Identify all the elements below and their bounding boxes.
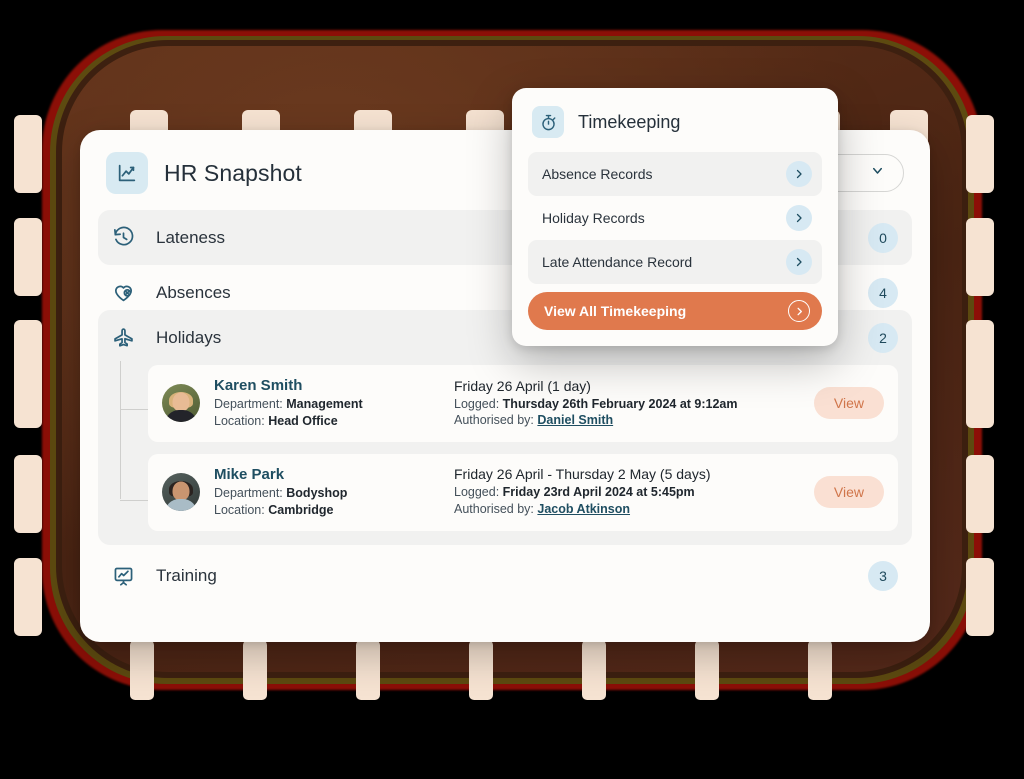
department-label: Department: (214, 397, 283, 411)
tree-connector-branch (120, 409, 148, 410)
chevron-down-icon (870, 163, 885, 183)
chevron-right-icon (786, 249, 812, 275)
employee-department: Department: Bodyshop (214, 485, 450, 502)
popup-item-label: Late Attendance Record (542, 254, 693, 270)
popup-item-label: Holiday Records (542, 210, 645, 226)
screenshot-root: HR Snapshot Lateness 0 Absences 4 Holida… (0, 0, 1024, 779)
frame-tab-bottom (808, 640, 832, 700)
popup-item-absence-records[interactable]: Absence Records (528, 152, 822, 196)
frame-tab-left (14, 320, 42, 428)
department-value: Management (286, 397, 363, 411)
authorised-label: Authorised by: (454, 502, 534, 517)
employee-name: Karen Smith (214, 377, 303, 394)
department-label: Department: (214, 485, 283, 500)
entry-person-info: Mike Park Department: Bodyshop Location:… (214, 466, 450, 519)
holiday-entry-row[interactable]: Mike Park Department: Bodyshop Location:… (148, 453, 898, 531)
entry-date-info: Friday 26 April - Thursday 2 May (5 days… (450, 466, 814, 518)
chevron-right-circle-icon (788, 300, 810, 322)
frame-tab-right (966, 115, 994, 193)
holiday-authorised: Authorised by: Jacob Atkinson (454, 501, 814, 518)
frame-tab-left (14, 455, 42, 533)
employee-department: Department: Management (214, 396, 450, 413)
location-value: Cambridge (268, 502, 334, 517)
tree-connector-branch (120, 500, 148, 501)
employee-name: Mike Park (214, 465, 285, 483)
view-button[interactable]: View (813, 476, 884, 509)
status-badge: 2 (868, 322, 898, 353)
heart-cross-icon (112, 281, 144, 304)
timekeeping-popup: Timekeeping Absence Records Holiday Reco… (512, 88, 838, 346)
frame-tab-bottom (356, 640, 380, 700)
chevron-right-icon (786, 205, 812, 231)
frame-tab-bottom (695, 640, 719, 700)
status-badge: 3 (868, 561, 898, 591)
frame-tab-right (966, 455, 994, 533)
authoriser-link[interactable]: Jacob Atkinson (537, 502, 630, 516)
frame-tab-right (966, 558, 994, 636)
frame-tab-bottom (130, 640, 154, 700)
entry-date-info: Friday 26 April (1 day) Logged: Thursday… (450, 378, 814, 430)
status-badge: 4 (868, 277, 898, 308)
frame-tab-bottom (582, 640, 606, 700)
logged-label: Logged: (454, 396, 500, 411)
location-value: Head Office (268, 413, 338, 428)
avatar (162, 384, 200, 423)
logged-value: Friday 23rd April 2024 at 5:45pm (502, 485, 695, 500)
airplane-icon (112, 326, 144, 349)
view-button[interactable]: View (813, 387, 884, 420)
holiday-date-range: Friday 26 April (1 day) (454, 377, 591, 394)
logged-value: Thursday 26th February 2024 at 9:12am (502, 396, 738, 411)
department-value: Bodyshop (286, 485, 348, 500)
frame-tab-bottom (243, 640, 267, 700)
location-label: Location: (214, 502, 265, 517)
employee-location: Location: Cambridge (214, 502, 450, 519)
snapshot-row-label: Training (156, 566, 217, 585)
authorised-label: Authorised by: (454, 413, 534, 428)
entry-person-info: Karen Smith Department: Management Locat… (214, 377, 450, 430)
view-all-timekeeping-label: View All Timekeeping (544, 303, 687, 319)
tree-connector-line (120, 361, 121, 499)
holiday-entries: Karen Smith Department: Management Locat… (98, 361, 912, 531)
popup-item-label: Absence Records (542, 166, 653, 182)
holiday-date-range: Friday 26 April - Thursday 2 May (5 days… (454, 466, 711, 483)
frame-tab-bottom (469, 640, 493, 700)
presentation-chart-icon (112, 565, 144, 588)
frame-tab-right (966, 218, 994, 296)
frame-tab-right (966, 320, 994, 428)
holiday-authorised: Authorised by: Daniel Smith (454, 412, 814, 429)
snapshot-row-training[interactable]: Training 3 (98, 549, 912, 604)
clock-rewind-icon (112, 226, 144, 249)
view-all-timekeeping-button[interactable]: View All Timekeeping (528, 292, 822, 330)
line-chart-icon (106, 152, 148, 194)
holiday-logged: Logged: Thursday 26th February 2024 at 9… (454, 396, 814, 413)
holiday-entry-row[interactable]: Karen Smith Department: Management Locat… (148, 365, 898, 442)
status-badge: 0 (868, 222, 898, 253)
popup-item-late-attendance-record[interactable]: Late Attendance Record (528, 240, 822, 284)
holiday-logged: Logged: Friday 23rd April 2024 at 5:45pm (454, 484, 814, 501)
authoriser-link[interactable]: Daniel Smith (537, 413, 613, 427)
stopwatch-icon (532, 106, 564, 138)
location-label: Location: (214, 413, 265, 428)
popup-item-holiday-records[interactable]: Holiday Records (528, 196, 822, 240)
logged-label: Logged: (454, 485, 500, 500)
frame-tab-left (14, 558, 42, 636)
avatar (162, 473, 200, 512)
popup-header: Timekeeping (528, 102, 822, 152)
frame-tab-left (14, 218, 42, 296)
employee-location: Location: Head Office (214, 413, 450, 430)
chevron-right-icon (786, 161, 812, 187)
popup-title: Timekeeping (578, 111, 681, 132)
frame-tab-left (14, 115, 42, 193)
